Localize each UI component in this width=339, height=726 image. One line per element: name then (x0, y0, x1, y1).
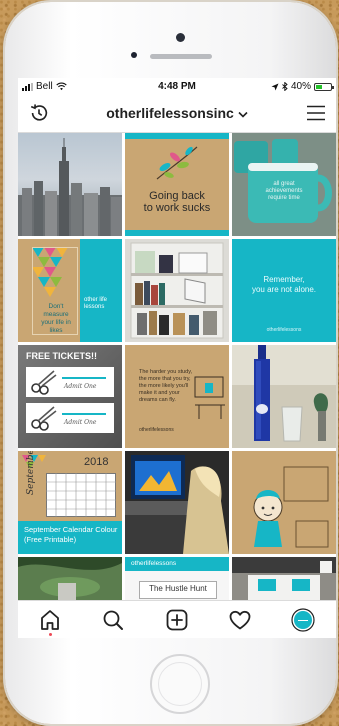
menu-icon[interactable] (306, 103, 326, 123)
post-text-line-1: Remember, (263, 275, 305, 284)
bottom-tab-bar (18, 600, 336, 638)
post-water-bottle[interactable] (232, 345, 336, 448)
post-title: FREE TICKETS!! (26, 351, 97, 361)
bottle-photo (232, 345, 336, 448)
arcade-photo (125, 451, 229, 554)
bookshelf-photo (125, 239, 229, 342)
post-text: Don't measure your life in likes (41, 303, 71, 334)
profile-header: otherlifelessonsinc (18, 96, 336, 133)
activity-heart-icon[interactable] (228, 608, 252, 632)
post-display-board[interactable] (232, 557, 336, 600)
post-cartoon[interactable] (232, 451, 336, 554)
post-harder-you-study[interactable]: The harder you study, the more that you … (125, 345, 229, 448)
calendar-year: 2018 (84, 456, 109, 468)
location-icon (271, 83, 279, 90)
post-plant[interactable] (18, 557, 122, 600)
post-logo: other life lessons (84, 297, 108, 310)
post-logo: otherlifelessons (266, 327, 302, 333)
display-photo (232, 557, 336, 600)
plant-photo (18, 557, 122, 600)
branch-illustration (156, 146, 198, 180)
scissors-icon (31, 370, 57, 395)
front-camera (176, 33, 185, 42)
home-button[interactable] (150, 654, 210, 714)
username-label: otherlifelessonsinc (106, 105, 234, 121)
post-bookshelf[interactable] (125, 239, 229, 342)
chevron-down-icon (238, 111, 248, 118)
skyline-photo (18, 138, 122, 236)
post-logo: otherlifelessons (139, 427, 174, 433)
post-dont-measure[interactable]: Don't measure your life in likes other l… (18, 239, 122, 342)
post-caption: September Calendar Colour (Free Printabl… (24, 525, 118, 544)
post-hustle-hunt[interactable]: otherlifelessons The Hustle Hunt (125, 557, 229, 600)
battery-icon (314, 82, 334, 91)
post-going-back-to-work[interactable]: Going back to work sucks (125, 133, 229, 236)
home-active-dot (49, 633, 52, 636)
account-switcher[interactable]: otherlifelessonsinc (18, 105, 336, 121)
status-bar: Bell 4:48 PM 40% (18, 78, 336, 96)
post-title: The Hustle Hunt (149, 584, 207, 593)
ticket-label-2: Admit One (64, 419, 97, 426)
post-text: The harder you study, the more that you … (139, 369, 193, 403)
profile-avatar[interactable] (291, 608, 315, 632)
ticket-label-1: Admit One (64, 383, 97, 390)
proximity-sensor (131, 52, 137, 58)
desk-illustration (194, 376, 225, 419)
post-text-line-1: Going back (149, 190, 205, 202)
post-september-calendar[interactable]: 2018 September September Calendar Colour… (18, 451, 122, 554)
mug-text: all great achievements require time (265, 181, 303, 201)
home-icon[interactable] (38, 608, 62, 632)
post-city-skyline[interactable] (18, 133, 122, 236)
bluetooth-icon (282, 82, 288, 91)
post-text-line-2: to work sucks (143, 202, 211, 214)
battery-percent: 40% (290, 81, 311, 92)
post-text-line-2: you are not alone. (251, 285, 317, 294)
add-post-icon[interactable] (165, 608, 189, 632)
post-free-tickets[interactable]: FREE TICKETS!! Admit One Admit One (18, 345, 122, 448)
earpiece-speaker (150, 54, 212, 59)
post-grid: Going back to work sucks all great achie… (18, 133, 336, 600)
post-not-alone[interactable]: Remember, you are not alone. otherlifele… (232, 239, 336, 342)
calendar-month: September (26, 451, 36, 495)
calendar-grid (46, 473, 116, 517)
scissors-icon (31, 406, 57, 431)
instagram-screen: Bell 4:48 PM 40% otherlifelessonsinc Goi… (18, 78, 336, 638)
post-mugs[interactable]: all great achievements require time (232, 133, 336, 236)
post-arcade-game[interactable] (125, 451, 229, 554)
search-icon[interactable] (101, 608, 125, 632)
cartoon-illustration (232, 451, 336, 554)
site-logo: otherlifelessons (131, 560, 177, 567)
